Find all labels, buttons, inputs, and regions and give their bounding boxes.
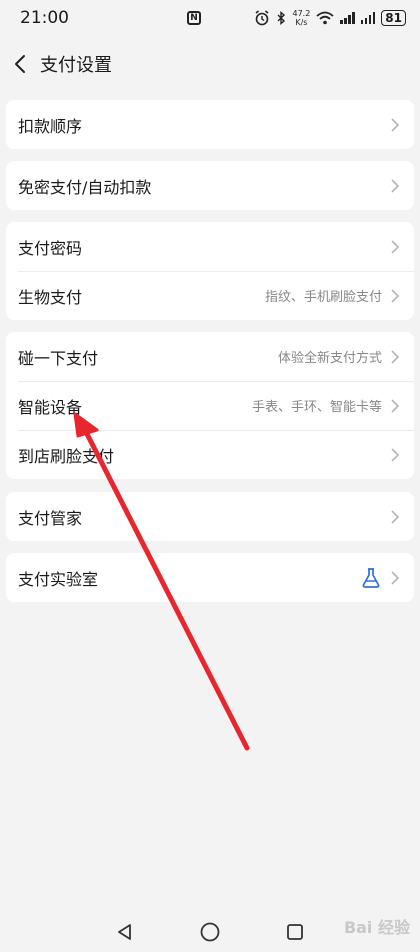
row-payment-password[interactable]: 支付密码 bbox=[6, 222, 414, 271]
row-label: 扣款顺序 bbox=[18, 116, 83, 136]
chevron-right-icon bbox=[391, 239, 400, 254]
row-label: 支付管家 bbox=[18, 508, 83, 528]
signal-icon-2 bbox=[360, 12, 376, 24]
row-subtitle: 手表、手环、智能卡等 bbox=[251, 400, 382, 415]
network-speed: 47.2 K/s bbox=[292, 9, 310, 27]
network-speed-value: 47.2 bbox=[292, 9, 311, 18]
row-in-store-face-payment[interactable]: 到店刷脸支付 bbox=[6, 430, 414, 479]
chevron-right-icon bbox=[391, 570, 400, 585]
nfc-icon: N bbox=[187, 11, 201, 25]
triangle-back-icon[interactable] bbox=[115, 922, 135, 942]
row-label: 生物支付 bbox=[18, 287, 83, 307]
settings-group-4: 碰一下支付 体验全新支付方式 智能设备 手表、手环、智能卡等 到店刷脸支付 bbox=[6, 332, 414, 479]
row-label: 支付密码 bbox=[18, 238, 83, 258]
chevron-right-icon bbox=[391, 117, 400, 132]
chevron-right-icon bbox=[391, 288, 400, 303]
alarm-icon bbox=[255, 10, 269, 26]
settings-group-6: 支付实验室 bbox=[6, 553, 414, 602]
row-password-free-payment[interactable]: 免密支付/自动扣款 bbox=[6, 161, 414, 210]
settings-group-5: 支付管家 bbox=[6, 492, 414, 541]
square-recent-icon[interactable] bbox=[285, 922, 305, 942]
row-payment-lab[interactable]: 支付实验室 bbox=[6, 553, 414, 602]
signal-icon bbox=[340, 12, 355, 24]
watermark: Bai 经验 bbox=[343, 918, 410, 937]
battery-indicator: 81 bbox=[381, 10, 406, 26]
bluetooth-icon bbox=[277, 11, 286, 25]
wifi-icon bbox=[316, 11, 334, 25]
row-label: 支付实验室 bbox=[18, 569, 99, 589]
status-icons: 47.2 K/s 81 bbox=[254, 9, 406, 27]
settings-group-3: 支付密码 生物支付 指纹、手机刷脸支付 bbox=[6, 222, 414, 320]
row-label: 免密支付/自动扣款 bbox=[18, 177, 152, 197]
row-subtitle: 指纹、手机刷脸支付 bbox=[264, 290, 382, 305]
row-tap-to-pay[interactable]: 碰一下支付 体验全新支付方式 bbox=[6, 332, 414, 381]
nav-bar: 支付设置 bbox=[0, 40, 420, 88]
row-label: 智能设备 bbox=[18, 397, 83, 417]
row-subtitle: 体验全新支付方式 bbox=[277, 351, 382, 366]
row-label: 碰一下支付 bbox=[18, 348, 99, 368]
row-label: 到店刷脸支付 bbox=[18, 446, 115, 466]
chevron-right-icon bbox=[391, 349, 400, 364]
row-biometric-payment[interactable]: 生物支付 指纹、手机刷脸支付 bbox=[6, 271, 414, 320]
row-deduction-order[interactable]: 扣款顺序 bbox=[6, 100, 414, 149]
status-left: 21:00 N bbox=[20, 8, 201, 28]
chevron-right-icon bbox=[391, 178, 400, 193]
settings-group-1: 扣款顺序 bbox=[6, 100, 414, 149]
page-title: 支付设置 bbox=[40, 55, 112, 76]
chevron-right-icon bbox=[391, 509, 400, 524]
row-payment-butler[interactable]: 支付管家 bbox=[6, 492, 414, 541]
status-time: 21:00 bbox=[20, 8, 69, 28]
row-smart-devices[interactable]: 智能设备 手表、手环、智能卡等 bbox=[6, 381, 414, 430]
back-button[interactable] bbox=[0, 40, 40, 88]
back-icon bbox=[15, 55, 25, 73]
settings-group-2: 免密支付/自动扣款 bbox=[6, 161, 414, 210]
status-bar: 21:00 N 47.2 K/s 81 bbox=[0, 0, 420, 36]
chevron-right-icon bbox=[391, 398, 400, 413]
circle-home-icon[interactable] bbox=[199, 921, 221, 943]
network-speed-unit: K/s bbox=[295, 18, 308, 27]
flask-icon bbox=[362, 567, 380, 588]
chevron-right-icon bbox=[391, 447, 400, 462]
